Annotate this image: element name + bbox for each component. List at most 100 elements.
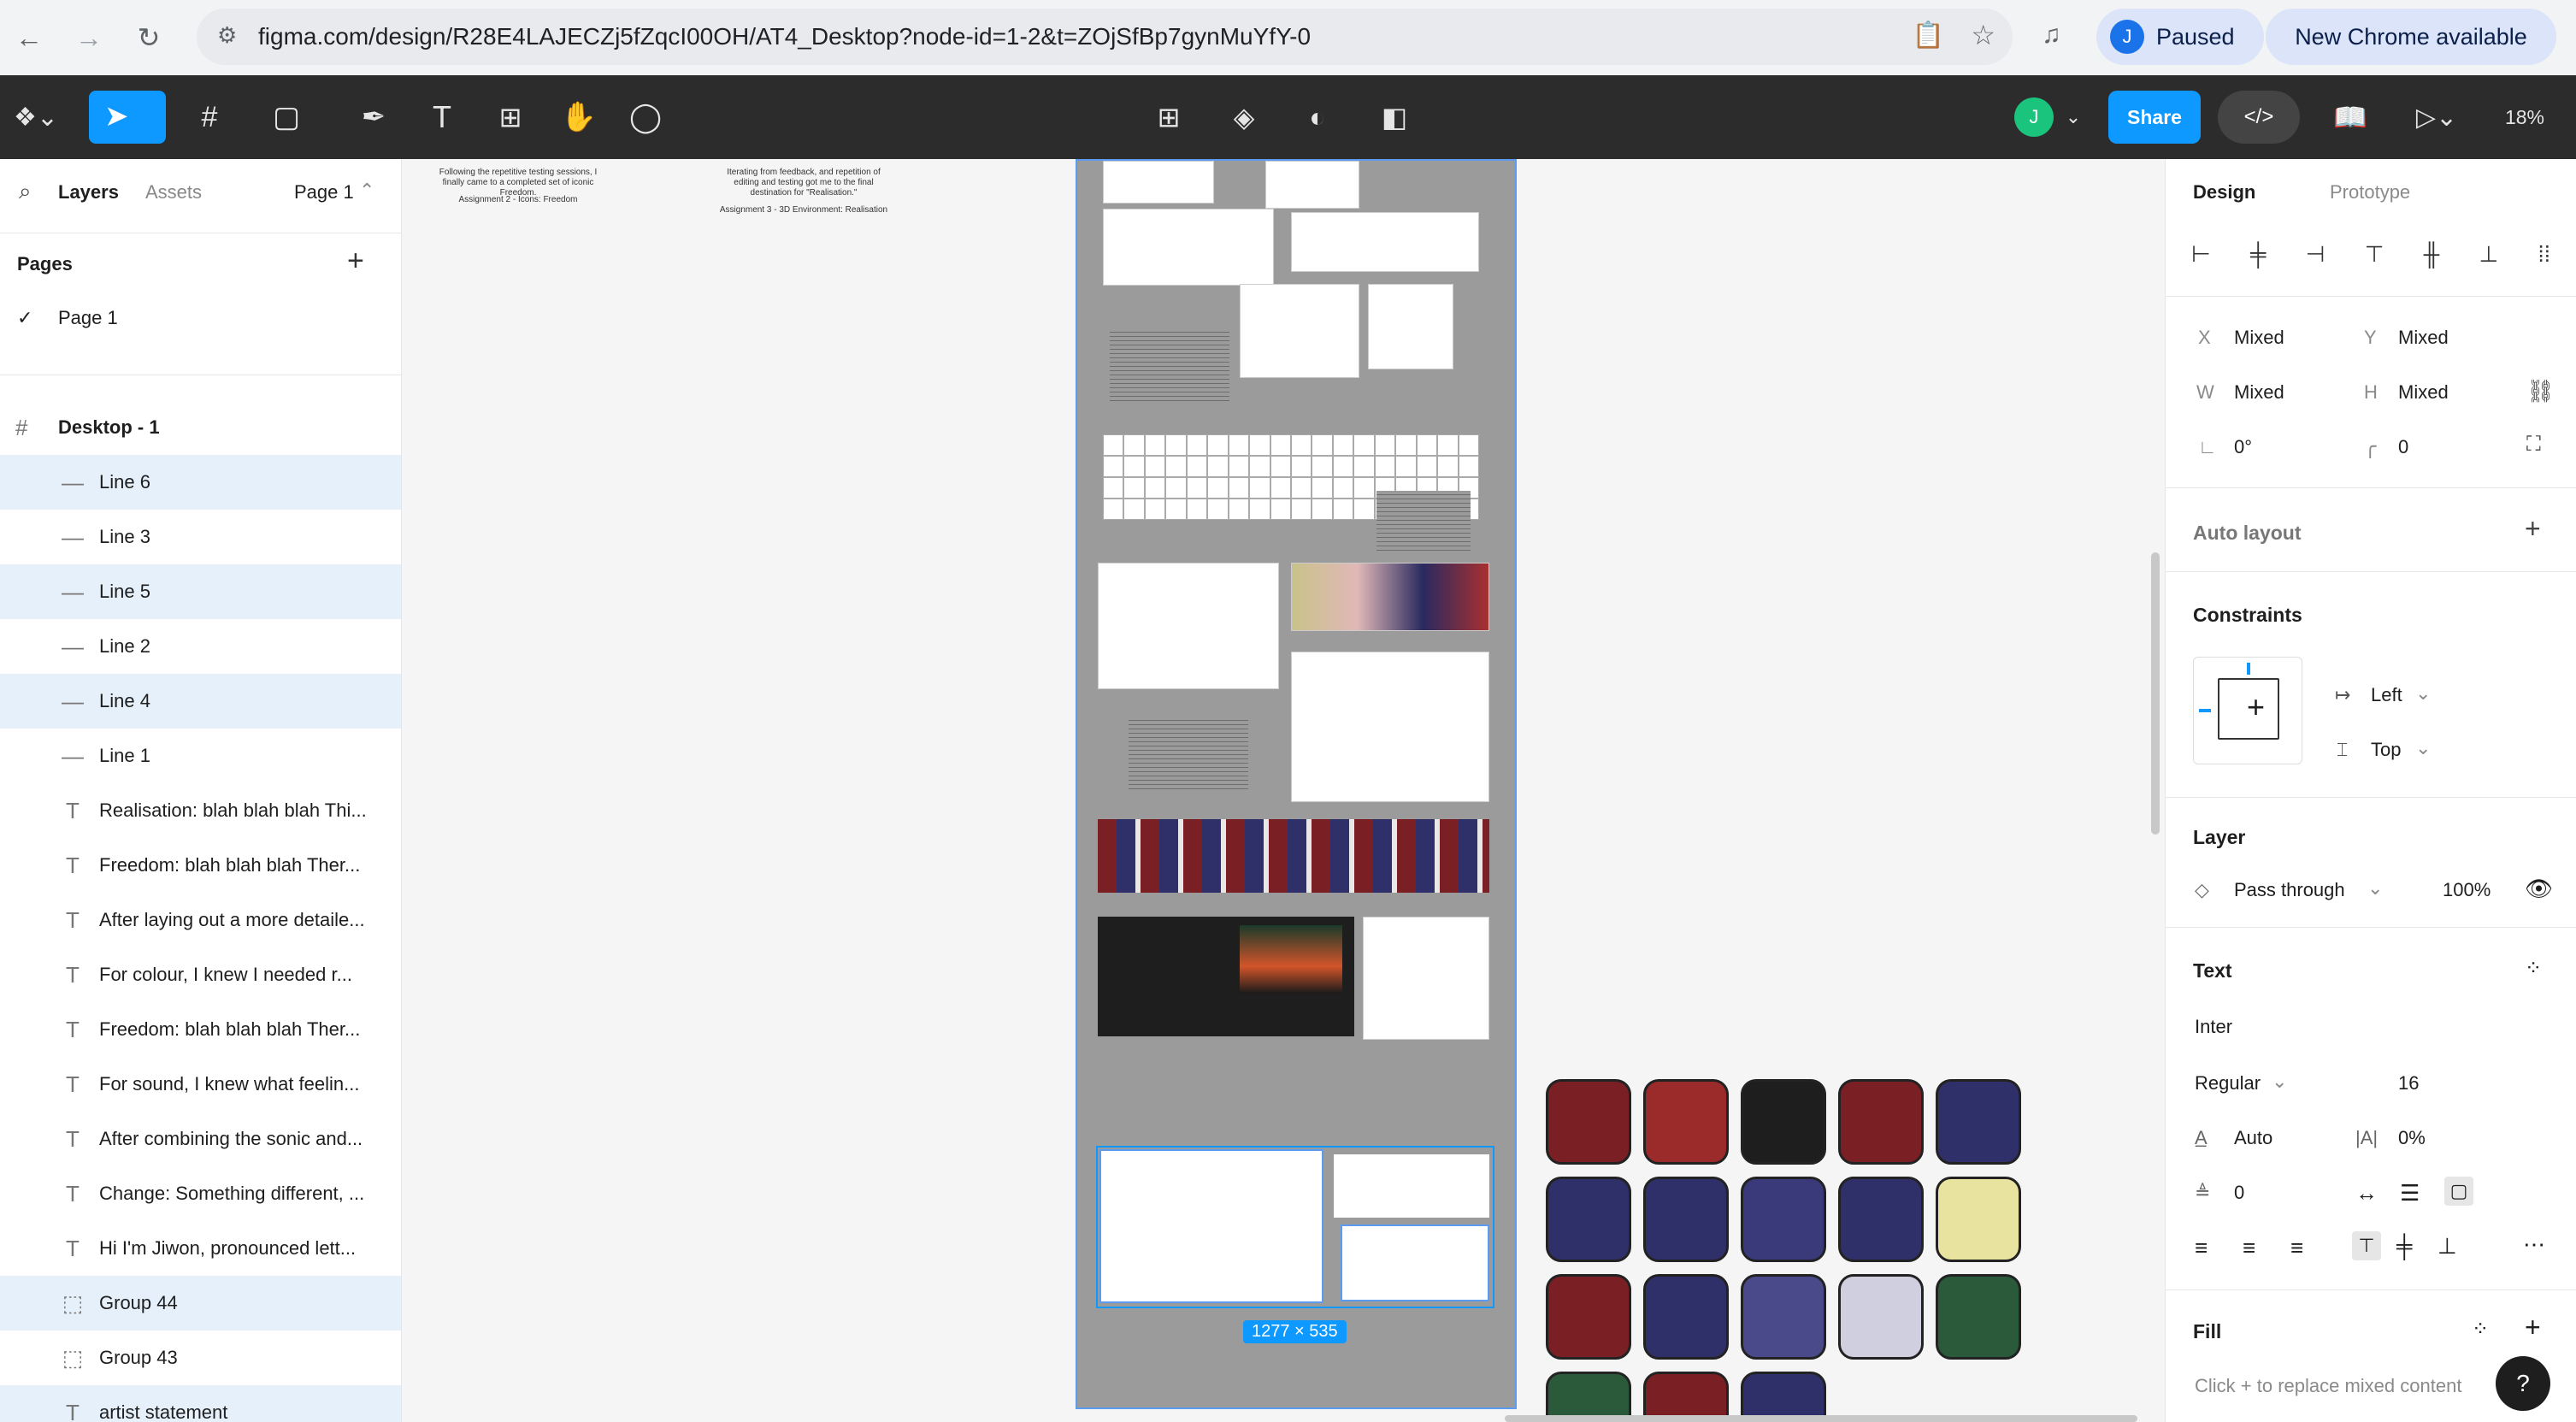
font-weight-select[interactable]: Regular xyxy=(2195,1072,2261,1095)
constraint-horizontal-select[interactable]: Left xyxy=(2371,684,2402,706)
resources-icon[interactable]: ⊞ xyxy=(487,75,533,159)
chevron-down-icon[interactable]: ⌄ xyxy=(2367,877,2383,900)
chrome-update-button[interactable]: New Chrome available xyxy=(2266,9,2556,65)
dev-mode-toggle[interactable]: </> xyxy=(2218,91,2300,144)
y-field[interactable]: Mixed xyxy=(2398,327,2449,349)
grid-icon[interactable]: ⊞ xyxy=(1146,75,1192,159)
top-constraint-marker[interactable] xyxy=(2247,663,2250,675)
align-text-top-icon[interactable]: ⊤ xyxy=(2352,1231,2381,1260)
auto-height-icon[interactable]: ☰ xyxy=(2400,1180,2420,1207)
tab-layers[interactable]: Layers xyxy=(58,181,119,204)
tab-assets[interactable]: Assets xyxy=(145,181,202,204)
bookmark-star-icon[interactable]: ☆ xyxy=(1971,19,1995,51)
address-bar[interactable]: ⚙ figma.com/design/R28E4LAJECZj5fZqcI00O… xyxy=(197,9,2013,65)
add-page-icon[interactable]: + xyxy=(347,245,364,278)
page-selector[interactable]: Page 1 xyxy=(294,181,354,204)
constraint-vertical-select[interactable]: Top xyxy=(2371,739,2401,761)
blend-mode-select[interactable]: Pass through xyxy=(2234,879,2345,901)
media-control-icon[interactable]: ♫ xyxy=(2042,21,2061,50)
vertical-scrollbar[interactable] xyxy=(2151,552,2160,835)
collaborator-avatar[interactable]: J xyxy=(2014,97,2054,137)
contrast-icon[interactable]: ◐ xyxy=(1294,75,1341,159)
selection-box[interactable] xyxy=(1096,1146,1494,1308)
add-auto-layout-icon[interactable]: + xyxy=(2525,513,2541,545)
share-button[interactable]: Share xyxy=(2108,91,2201,144)
layer-item[interactable]: — Line 5 xyxy=(0,564,401,619)
forward-icon[interactable]: → xyxy=(70,19,108,56)
layer-item[interactable]: — Line 1 xyxy=(0,729,401,783)
layer-item[interactable]: T After laying out a more detaile... xyxy=(0,893,401,947)
layer-frame-desktop[interactable]: # Desktop - 1 xyxy=(0,400,401,455)
constrain-proportions-icon[interactable]: ⛓ xyxy=(2526,378,2555,404)
layer-item[interactable]: T Change: Something different, ... xyxy=(0,1166,401,1221)
help-button[interactable]: ? xyxy=(2496,1356,2550,1411)
line-height-field[interactable]: Auto xyxy=(2234,1127,2272,1149)
canvas[interactable]: Following the repetitive testing session… xyxy=(402,159,2165,1422)
boolean-icon[interactable]: ◧ xyxy=(1365,75,1424,159)
frame-tool-icon[interactable]: # xyxy=(180,75,239,159)
chevron-down-icon[interactable]: ⌄ xyxy=(2272,1071,2287,1093)
font-family-select[interactable]: Inter xyxy=(2195,1016,2232,1038)
search-icon[interactable]: ⌕ xyxy=(19,178,32,205)
layer-item[interactable]: Tartist statement xyxy=(0,1385,401,1422)
page-item-page-1[interactable]: ✓ Page 1 xyxy=(0,291,401,345)
layer-item[interactable]: ⬚ Group 43 xyxy=(0,1331,401,1385)
align-text-bottom-icon[interactable]: ⊥ xyxy=(2437,1233,2457,1260)
layer-item[interactable]: T After combining the sonic and... xyxy=(0,1112,401,1166)
paragraph-spacing-field[interactable]: 0 xyxy=(2234,1182,2244,1204)
comment-tool-icon[interactable]: ◯ xyxy=(622,75,669,159)
rectangle-tool-icon[interactable]: ▢ xyxy=(256,75,316,159)
profile-button[interactable]: J Paused xyxy=(2096,9,2264,65)
opacity-field[interactable]: 100% xyxy=(2443,879,2491,901)
back-icon[interactable]: ← xyxy=(10,19,48,56)
layer-item[interactable]: T Freedom: blah blah blah Ther... xyxy=(0,838,401,893)
align-text-left-icon[interactable]: ≡ xyxy=(2195,1235,2208,1261)
tab-design[interactable]: Design xyxy=(2193,181,2255,204)
desktop-frame[interactable]: 1277 × 535 xyxy=(1076,159,1517,1409)
font-size-field[interactable]: 16 xyxy=(2398,1072,2419,1095)
horizontal-scrollbar[interactable] xyxy=(1505,1415,2137,1422)
rotation-field[interactable]: 0° xyxy=(2234,436,2252,458)
chevron-down-icon[interactable]: ⌄ xyxy=(2415,682,2431,705)
tab-prototype[interactable]: Prototype xyxy=(2330,181,2410,204)
layer-item[interactable]: — Line 6 xyxy=(0,455,401,510)
figma-main-menu-icon[interactable]: ❖⌄ xyxy=(12,75,60,159)
chevron-down-icon[interactable]: ⌄ xyxy=(2415,737,2431,759)
align-right-icon[interactable]: ⊣ xyxy=(2306,241,2325,267)
independent-corners-icon[interactable]: ⛶ xyxy=(2526,433,2541,457)
add-fill-icon[interactable]: + xyxy=(2525,1312,2541,1343)
align-center-h-icon[interactable]: ╪ xyxy=(2250,241,2266,267)
move-tool-button[interactable]: ➤ xyxy=(89,91,166,144)
align-text-middle-icon[interactable]: ╪ xyxy=(2396,1233,2412,1260)
eye-icon[interactable]: 👁 xyxy=(2525,876,2553,902)
layer-item[interactable]: ⬚ Group 44 xyxy=(0,1276,401,1331)
component-icon[interactable]: ◈ xyxy=(1214,75,1274,159)
align-bottom-icon[interactable]: ⊥ xyxy=(2479,241,2499,267)
left-constraint-marker[interactable] xyxy=(2199,709,2211,712)
url-text[interactable]: figma.com/design/R28E4LAJECZj5fZqcI00OH/… xyxy=(258,23,1311,50)
letter-spacing-field[interactable]: 0% xyxy=(2398,1127,2426,1149)
layer-item[interactable]: T For colour, I knew I needed r... xyxy=(0,947,401,1002)
fill-styles-icon[interactable]: ⁘ xyxy=(2472,1317,2489,1342)
w-field[interactable]: Mixed xyxy=(2234,381,2284,404)
constraint-widget[interactable]: + xyxy=(2193,657,2302,764)
radius-field[interactable]: 0 xyxy=(2398,436,2408,458)
present-icon[interactable]: ▷⌄ xyxy=(2402,75,2471,159)
distribute-icon[interactable]: ⁞⁞ xyxy=(2538,241,2550,267)
pen-tool-icon[interactable]: ✒ xyxy=(344,75,404,159)
fixed-size-icon[interactable]: ▢ xyxy=(2444,1177,2473,1206)
more-options-icon[interactable]: ⋯ xyxy=(2523,1231,2545,1258)
align-top-icon[interactable]: ⊤ xyxy=(2365,241,2384,267)
layer-item[interactable]: — Line 2 xyxy=(0,619,401,674)
chevron-up-icon[interactable]: ⌃ xyxy=(359,180,374,202)
zoom-level[interactable]: 18% xyxy=(2486,75,2563,159)
layer-item[interactable]: T Realisation: blah blah blah Thi... xyxy=(0,783,401,838)
auto-width-icon[interactable]: ↔ xyxy=(2355,1180,2378,1207)
text-tool-icon[interactable]: T xyxy=(419,75,465,159)
align-middle-v-icon[interactable]: ╫ xyxy=(2424,241,2439,267)
layer-item[interactable]: T For sound, I knew what feelin... xyxy=(0,1057,401,1112)
reload-icon[interactable]: ↻ xyxy=(130,19,168,56)
layer-item[interactable]: — Line 3 xyxy=(0,510,401,564)
layer-item[interactable]: T Freedom: blah blah blah Ther... xyxy=(0,1002,401,1057)
align-text-right-icon[interactable]: ≡ xyxy=(2290,1235,2303,1261)
